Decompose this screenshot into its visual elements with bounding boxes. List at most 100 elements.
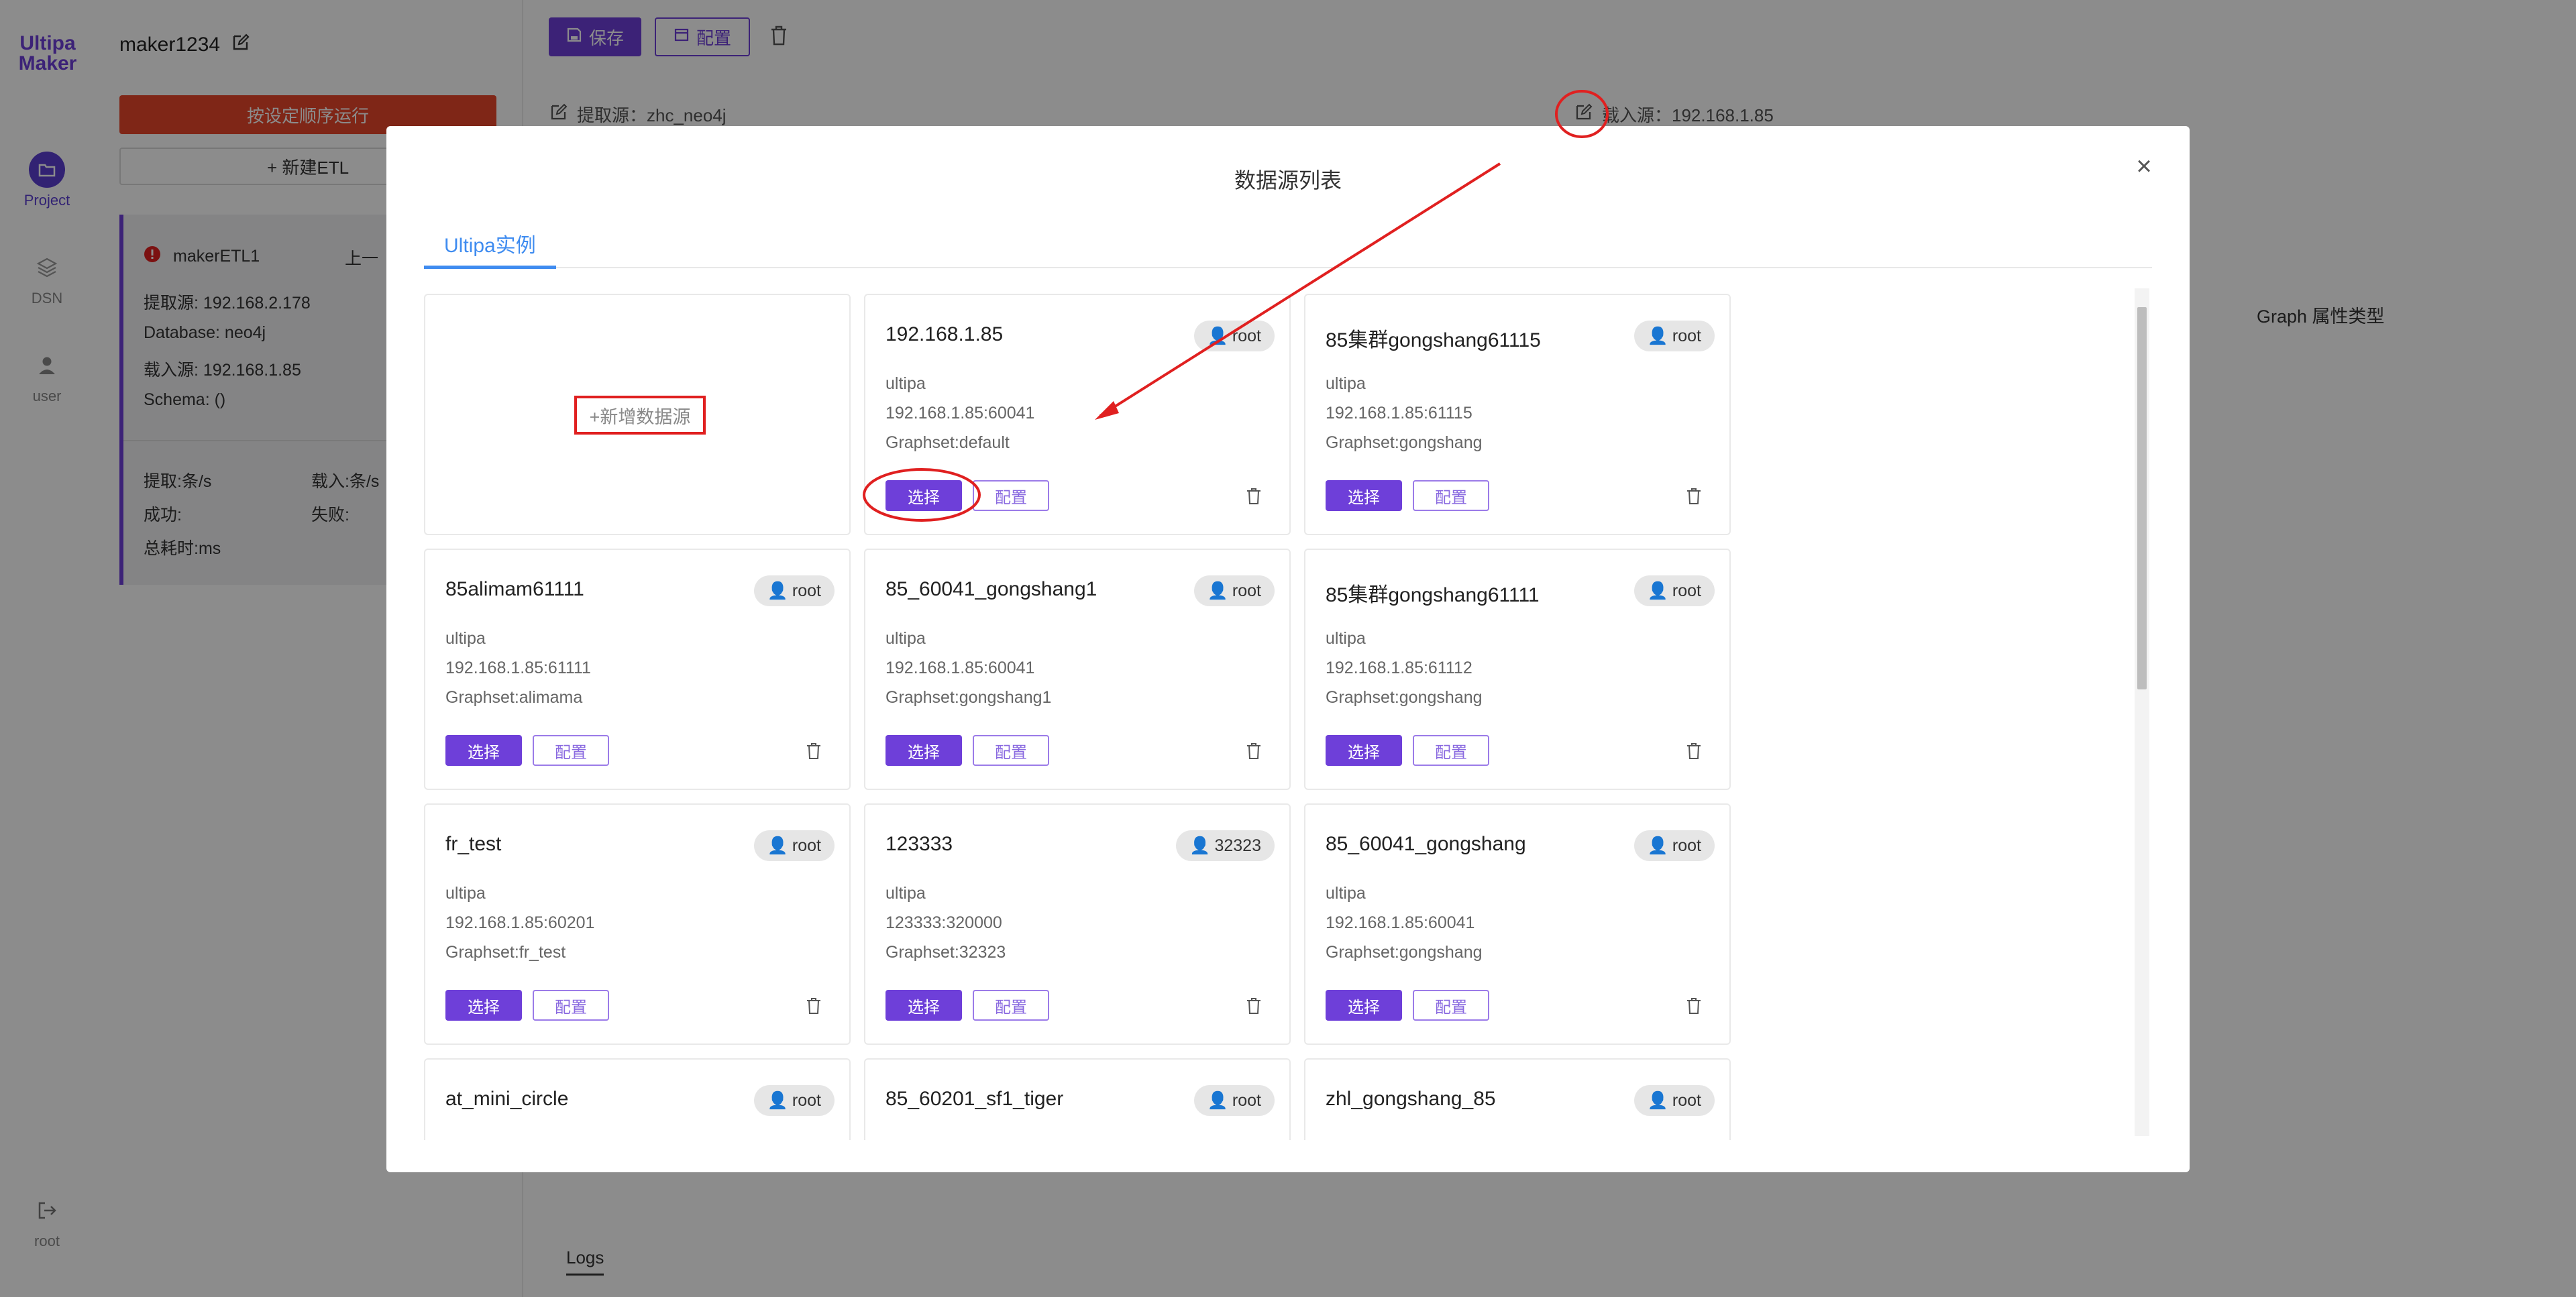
datasource-type: ultipa <box>885 629 926 648</box>
user-icon: 👤 <box>1207 326 1228 345</box>
badge-user: root <box>1232 326 1261 345</box>
datasource-list-modal: 数据源列表 × Ultipa实例 +新增数据源 192.168.1.85 👤 ro… <box>386 126 2190 1172</box>
datasource-name: 85集群gongshang61115 <box>1326 329 1541 351</box>
user-icon: 👤 <box>1189 836 1211 855</box>
datasource-name: 85_60041_gongshang <box>1326 833 1526 855</box>
delete-icon[interactable] <box>1244 486 1264 507</box>
badge-user: root <box>1672 836 1701 855</box>
user-badge: 👤 root <box>753 830 835 861</box>
modal-title: 数据源列表 <box>1234 168 1342 192</box>
datasource-address: 192.168.1.85:61111 <box>445 659 591 677</box>
datasource-name: fr_test <box>445 833 502 855</box>
user-icon: 👤 <box>1647 326 1668 345</box>
config-button[interactable]: 配置 <box>1413 735 1489 766</box>
badge-user: root <box>792 836 821 855</box>
config-button[interactable]: 配置 <box>973 735 1049 766</box>
user-badge: 👤 root <box>753 1085 835 1116</box>
datasource-card: 192.168.1.85 👤 root ultipa 192.168.1.85:6… <box>864 294 1291 535</box>
datasource-name: zhl_gongshang_85 <box>1326 1088 1496 1110</box>
datasource-address: 192.168.1.85:60041 <box>1326 913 1475 932</box>
datasource-address: 192.168.1.85:60041 <box>885 404 1035 422</box>
add-datasource-button[interactable]: +新增数据源 <box>574 396 706 435</box>
user-badge: 👤 root <box>753 575 835 606</box>
user-icon: 👤 <box>767 1090 788 1110</box>
delete-icon[interactable] <box>1244 995 1264 1017</box>
tab-ultipa-instance[interactable]: Ultipa实例 <box>424 227 556 269</box>
user-badge: 👤 32323 <box>1176 830 1275 861</box>
datasource-card: 85集群gongshang61111 👤 root ultipa 192.168.… <box>1304 549 1731 790</box>
add-datasource-card[interactable]: +新增数据源 <box>424 294 851 535</box>
datasource-card: 85_60041_gongshang 👤 root ultipa 192.168.… <box>1304 803 1731 1045</box>
user-icon: 👤 <box>1207 1090 1228 1110</box>
delete-icon[interactable] <box>804 740 824 762</box>
select-button[interactable]: 选择 <box>1326 990 1402 1021</box>
datasource-card: at_mini_circle 👤 root <box>424 1058 851 1140</box>
select-button[interactable]: 选择 <box>1326 480 1402 511</box>
modal-tabs: Ultipa实例 <box>424 227 2152 269</box>
delete-icon[interactable] <box>1244 740 1264 762</box>
config-button[interactable]: 配置 <box>1413 480 1489 511</box>
badge-user: root <box>1232 1090 1261 1110</box>
badge-user: 32323 <box>1214 836 1261 855</box>
datasource-graphset: Graphset:default <box>885 433 1010 452</box>
close-icon[interactable]: × <box>2129 152 2159 181</box>
select-button[interactable]: 选择 <box>1326 735 1402 766</box>
datasource-grid: +新增数据源 192.168.1.85 👤 root ultipa 192.168… <box>424 294 2141 1140</box>
datasource-name: 85_60201_sf1_tiger <box>885 1088 1064 1110</box>
datasource-name: 85集群gongshang61111 <box>1326 584 1540 606</box>
badge-user: root <box>1672 1090 1701 1110</box>
datasource-name: 192.168.1.85 <box>885 323 1004 345</box>
datasource-address: 123333:320000 <box>885 913 1002 932</box>
badge-user: root <box>792 1090 821 1110</box>
user-icon: 👤 <box>767 581 788 600</box>
datasource-address: 192.168.1.85:60201 <box>445 913 595 932</box>
delete-icon[interactable] <box>1684 486 1704 507</box>
delete-icon[interactable] <box>1684 995 1704 1017</box>
user-icon: 👤 <box>767 836 788 855</box>
datasource-name: 123333 <box>885 833 953 855</box>
datasource-card: 85_60041_gongshang1 👤 root ultipa 192.168… <box>864 549 1291 790</box>
select-button[interactable]: 选择 <box>885 735 962 766</box>
select-button[interactable]: 选择 <box>445 735 522 766</box>
datasource-graphset: Graphset:gongshang <box>1326 433 1483 452</box>
config-button[interactable]: 配置 <box>973 990 1049 1021</box>
datasource-type: ultipa <box>885 884 926 903</box>
config-button[interactable]: 配置 <box>533 990 609 1021</box>
datasource-card: 123333 👤 32323 ultipa 123333:320000 Graph… <box>864 803 1291 1045</box>
badge-user: root <box>792 581 821 600</box>
badge-user: root <box>1672 581 1701 600</box>
user-badge: 👤 root <box>1633 575 1715 606</box>
user-icon: 👤 <box>1647 1090 1668 1110</box>
datasource-card: zhl_gongshang_85 👤 root <box>1304 1058 1731 1140</box>
select-button[interactable]: 选择 <box>885 480 962 511</box>
datasource-graphset: Graphset:gongshang <box>1326 688 1483 707</box>
select-button[interactable]: 选择 <box>445 990 522 1021</box>
select-button[interactable]: 选择 <box>885 990 962 1021</box>
config-button[interactable]: 配置 <box>973 480 1049 511</box>
datasource-card: fr_test 👤 root ultipa 192.168.1.85:60201 … <box>424 803 851 1045</box>
datasource-graphset: Graphset:alimama <box>445 688 583 707</box>
datasource-type: ultipa <box>1326 884 1366 903</box>
datasource-name: at_mini_circle <box>445 1088 569 1110</box>
config-button[interactable]: 配置 <box>533 735 609 766</box>
datasource-name: 85alimam61111 <box>445 578 584 600</box>
datasource-name: 85_60041_gongshang1 <box>885 578 1097 600</box>
config-button[interactable]: 配置 <box>1413 990 1489 1021</box>
datasource-graphset: Graphset:fr_test <box>445 943 566 962</box>
user-badge: 👤 root <box>1193 575 1275 606</box>
datasource-card: 85alimam61111 👤 root ultipa 192.168.1.85:… <box>424 549 851 790</box>
delete-icon[interactable] <box>804 995 824 1017</box>
modal-scrollbar[interactable] <box>2135 288 2149 1136</box>
datasource-graphset: Graphset:32323 <box>885 943 1006 962</box>
user-icon: 👤 <box>1207 581 1228 600</box>
badge-user: root <box>1672 326 1701 345</box>
datasource-card: 85集群gongshang61115 👤 root ultipa 192.168.… <box>1304 294 1731 535</box>
datasource-type: ultipa <box>445 884 486 903</box>
datasource-address: 192.168.1.85:61112 <box>1326 659 1472 677</box>
user-icon: 👤 <box>1647 836 1668 855</box>
user-badge: 👤 root <box>1193 321 1275 351</box>
user-badge: 👤 root <box>1633 830 1715 861</box>
delete-icon[interactable] <box>1684 740 1704 762</box>
datasource-address: 192.168.1.85:61115 <box>1326 404 1472 422</box>
scrollbar-thumb[interactable] <box>2137 307 2147 689</box>
